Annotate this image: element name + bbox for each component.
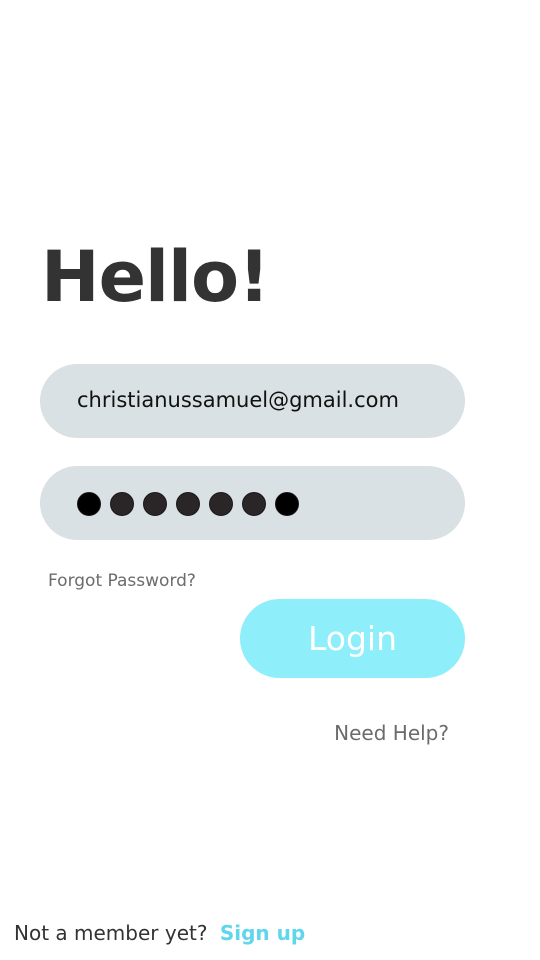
password-mask-dot <box>176 492 200 516</box>
need-help-link[interactable]: Need Help? <box>334 719 449 747</box>
signup-prompt: Not a member yet? Sign up <box>14 918 305 948</box>
password-mask-dot <box>110 492 134 516</box>
password-mask-dot <box>209 492 233 516</box>
signup-prompt-text: Not a member yet? <box>14 921 208 945</box>
password-field[interactable] <box>40 466 465 540</box>
password-mask-dot <box>242 492 266 516</box>
forgot-password-link[interactable]: Forgot Password? <box>48 568 196 594</box>
password-mask <box>77 492 299 516</box>
login-button[interactable]: Login <box>240 599 465 678</box>
password-mask-dot <box>143 492 167 516</box>
password-mask-dot <box>77 492 101 516</box>
email-value: christianussamuel@gmail.com <box>77 388 399 412</box>
signup-link[interactable]: Sign up <box>220 921 305 945</box>
password-mask-dot <box>275 492 299 516</box>
page-title: Hello! <box>41 236 270 318</box>
email-field[interactable]: christianussamuel@gmail.com <box>40 364 465 438</box>
